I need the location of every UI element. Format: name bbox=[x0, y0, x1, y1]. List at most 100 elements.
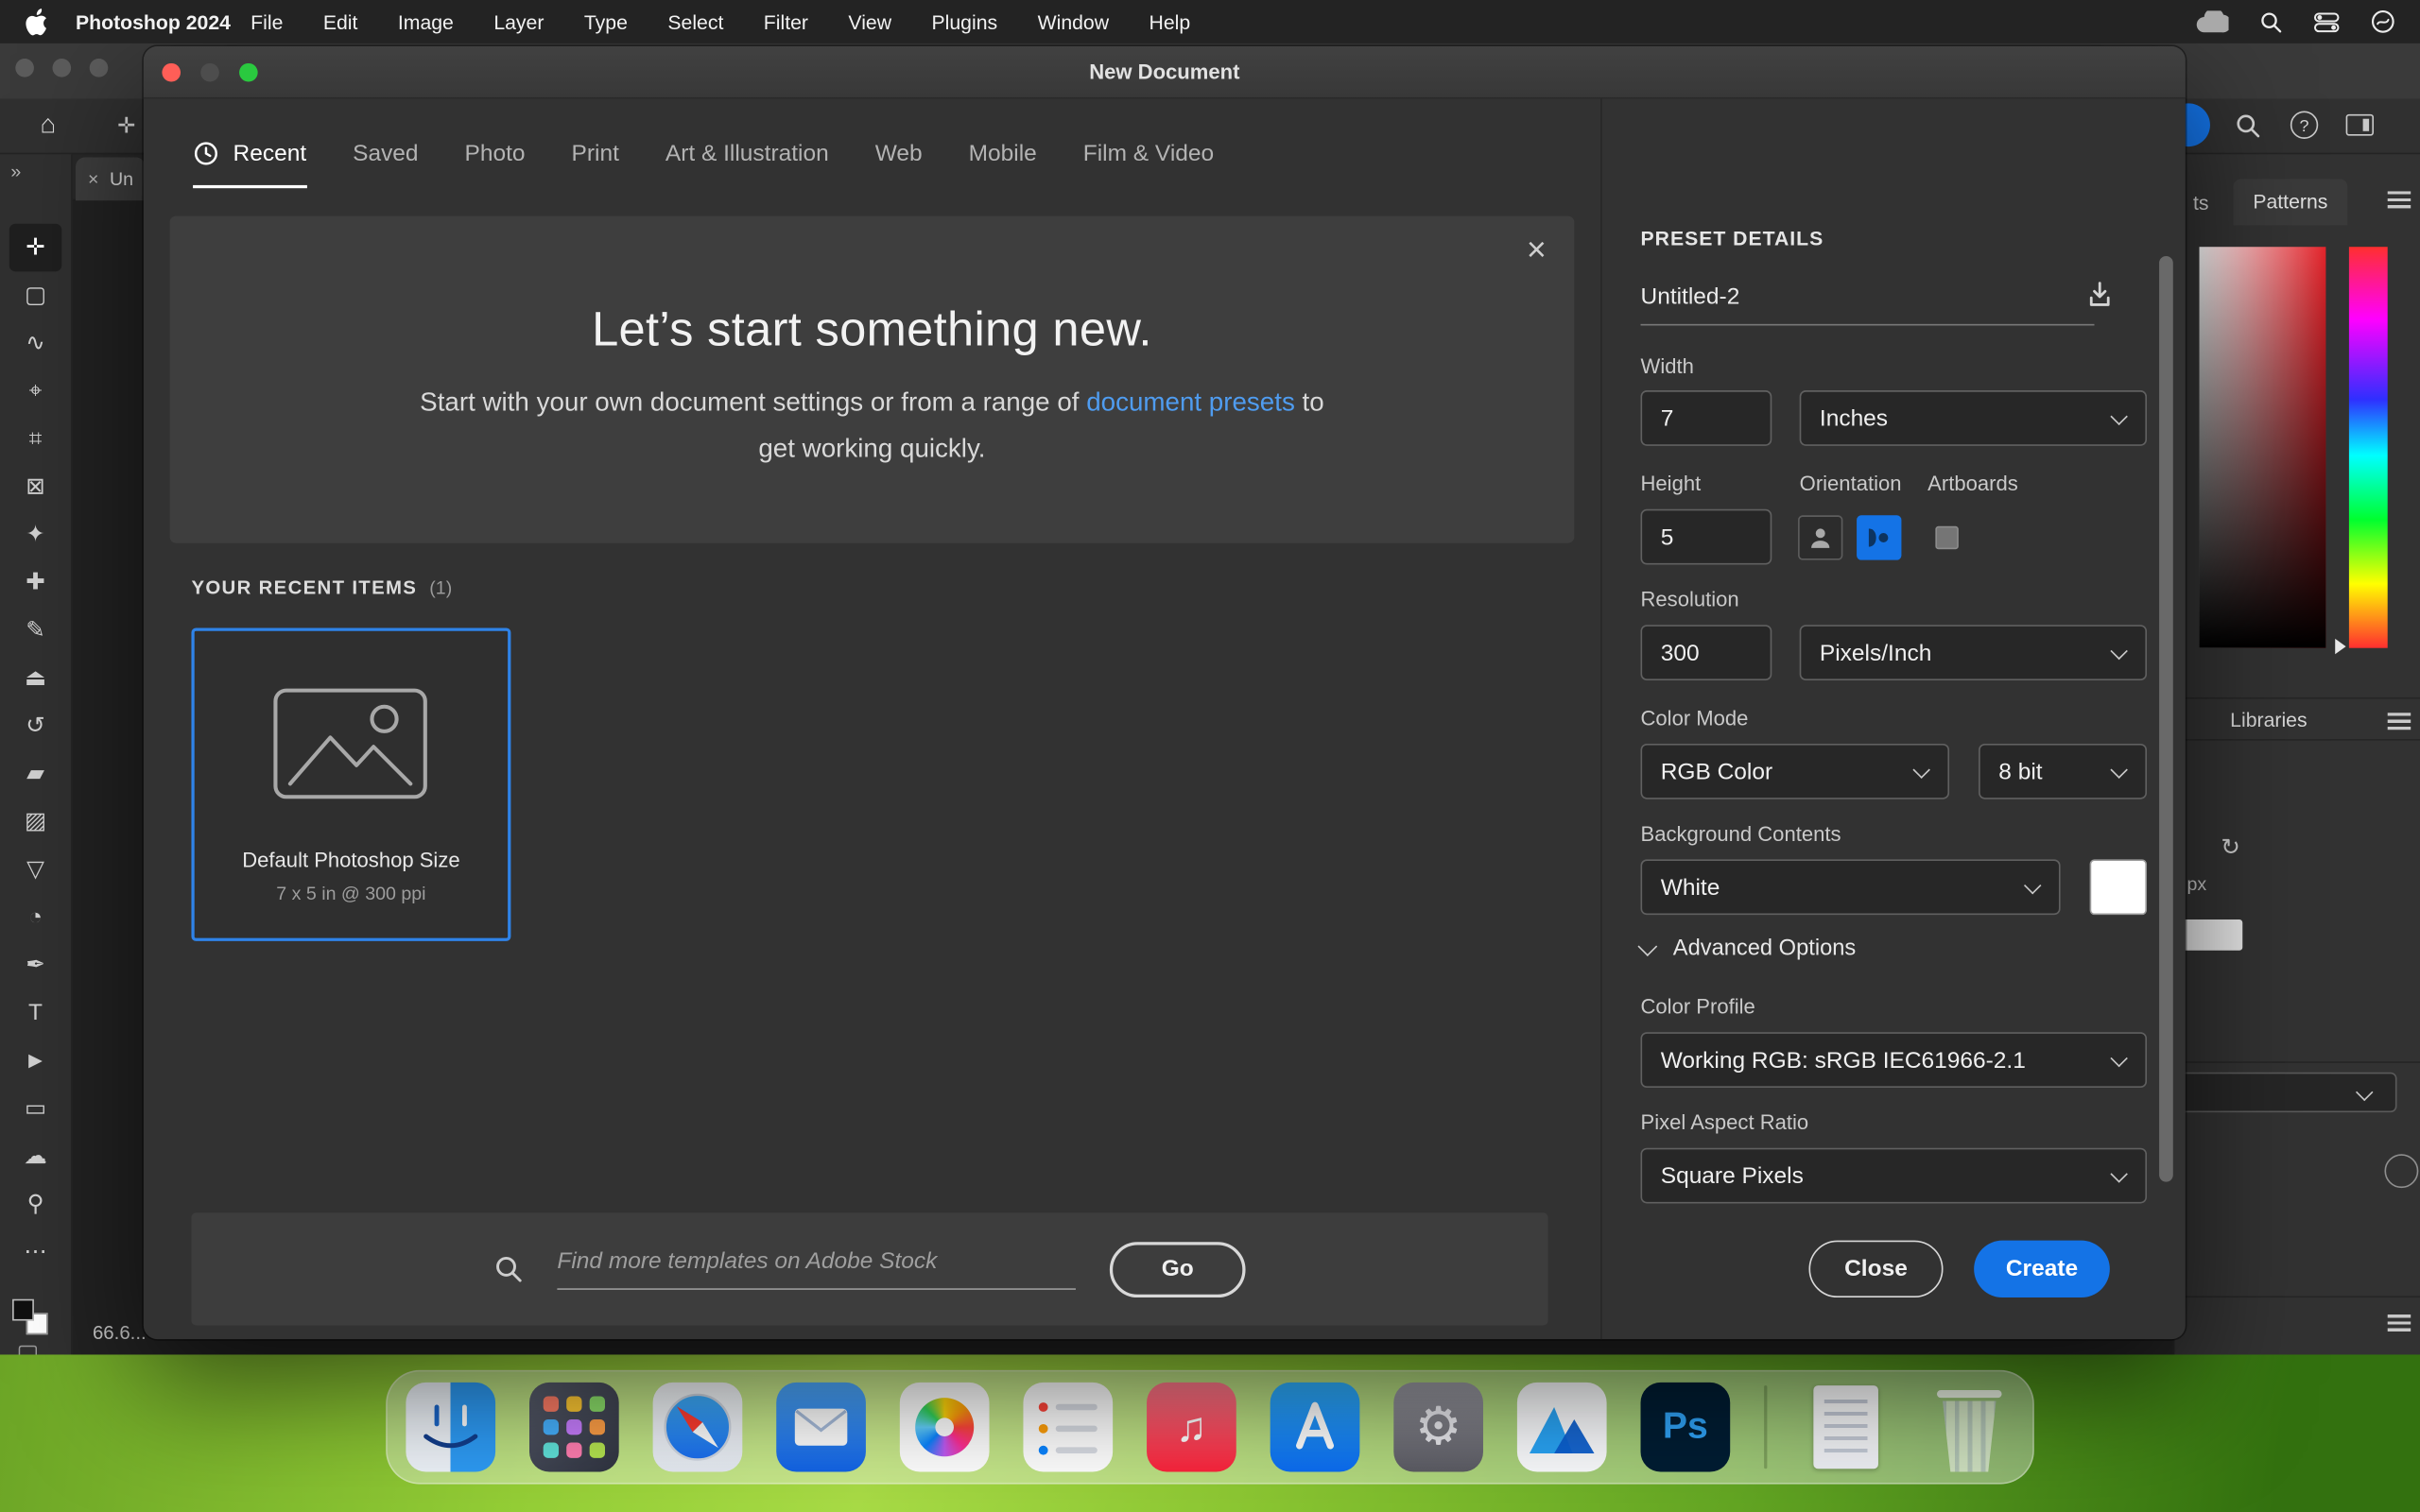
orientation-portrait-button[interactable] bbox=[1798, 515, 1843, 560]
tab-web[interactable]: Web bbox=[875, 120, 923, 188]
zoom-level-status[interactable]: 66.6... bbox=[93, 1322, 147, 1344]
dialog-scrollbar[interactable] bbox=[2159, 256, 2173, 1182]
dock-trash-icon[interactable] bbox=[1925, 1383, 2014, 1472]
menu-item-image[interactable]: Image bbox=[398, 10, 454, 33]
color-profile-dropdown[interactable]: Working RGB: sRGB IEC61966-2.1 bbox=[1640, 1032, 2148, 1089]
dock-music-icon[interactable] bbox=[1147, 1382, 1236, 1472]
stock-search-input[interactable]: Find more templates on Adobe Stock bbox=[557, 1248, 1076, 1290]
tab-close-icon[interactable]: × bbox=[88, 168, 98, 190]
dodge-tool[interactable]: ◔ bbox=[9, 893, 62, 941]
dock-photos-icon[interactable] bbox=[899, 1382, 990, 1472]
menu-item-edit[interactable]: Edit bbox=[323, 10, 358, 33]
tab-art-illustration[interactable]: Art & Illustration bbox=[666, 120, 829, 188]
width-unit-dropdown[interactable]: Inches bbox=[1799, 390, 2148, 446]
dialog-minimize-button[interactable] bbox=[200, 62, 219, 82]
height-input[interactable]: 5 bbox=[1640, 508, 1772, 565]
spotlight-icon[interactable] bbox=[2259, 10, 2282, 33]
document-tab[interactable]: × Un bbox=[76, 157, 147, 201]
partial-dropdown[interactable] bbox=[2159, 1072, 2397, 1113]
dock-app-store-icon[interactable] bbox=[1270, 1382, 1360, 1472]
dock-reminders-icon[interactable] bbox=[1023, 1382, 1114, 1472]
menu-item-type[interactable]: Type bbox=[584, 10, 628, 33]
apple-menu-icon[interactable] bbox=[25, 8, 47, 36]
stock-go-button[interactable]: Go bbox=[1109, 1241, 1246, 1297]
reset-icon[interactable]: ↺ bbox=[2221, 833, 2240, 861]
tab-mobile[interactable]: Mobile bbox=[969, 120, 1037, 188]
dock-mountains-app-icon[interactable] bbox=[1516, 1382, 1607, 1472]
object-selection-tool[interactable]: ⌖ bbox=[9, 368, 62, 416]
document-name-field[interactable]: Untitled-2 bbox=[1640, 284, 2095, 326]
menu-item-select[interactable]: Select bbox=[667, 10, 723, 33]
color-mode-dropdown[interactable]: RGB Color bbox=[1640, 743, 1950, 799]
document-presets-link[interactable]: document presets bbox=[1086, 387, 1295, 417]
menu-item-filter[interactable]: Filter bbox=[764, 10, 808, 33]
dock-safari-icon[interactable] bbox=[652, 1382, 743, 1472]
home-icon[interactable]: ⌂ bbox=[40, 110, 56, 141]
dock-photoshop-icon[interactable]: Ps bbox=[1640, 1382, 1731, 1472]
resolution-unit-dropdown[interactable]: Pixels/Inch bbox=[1799, 625, 2148, 680]
partial-control[interactable] bbox=[2384, 1154, 2419, 1189]
eraser-tool[interactable]: ▰ bbox=[9, 749, 62, 798]
tab-recent[interactable]: Recent bbox=[193, 120, 307, 189]
history-brush-tool[interactable]: ↺ bbox=[9, 702, 62, 750]
siri-icon[interactable] bbox=[2371, 9, 2395, 34]
menu-item-view[interactable]: View bbox=[848, 10, 891, 33]
zoom-tool[interactable]: ⚲ bbox=[9, 1180, 62, 1228]
window-minimize-button[interactable] bbox=[52, 59, 72, 77]
frame-tool[interactable]: ⊠ bbox=[9, 463, 62, 511]
creative-cloud-icon[interactable] bbox=[2195, 9, 2229, 33]
libraries-menu-icon[interactable] bbox=[2387, 713, 2411, 730]
type-tool[interactable]: T bbox=[9, 989, 62, 1038]
hue-slider[interactable] bbox=[2348, 247, 2388, 648]
color-field[interactable] bbox=[2199, 247, 2326, 648]
dock-documents-icon[interactable] bbox=[1801, 1383, 1891, 1472]
brush-tool[interactable]: ✎ bbox=[9, 607, 62, 655]
control-center-icon[interactable] bbox=[2313, 10, 2340, 33]
panel-menu-icon[interactable] bbox=[2387, 191, 2411, 209]
edit-toolbar[interactable]: ⋯ bbox=[9, 1228, 62, 1277]
tab-film-video[interactable]: Film & Video bbox=[1083, 120, 1214, 188]
blur-tool[interactable]: ▽ bbox=[9, 846, 62, 894]
create-button[interactable]: Create bbox=[1974, 1240, 2110, 1298]
panels-toggle-icon[interactable] bbox=[2345, 113, 2375, 136]
foreground-color-swatch[interactable] bbox=[12, 1298, 34, 1321]
dock-system-settings-icon[interactable] bbox=[1393, 1382, 1483, 1472]
advanced-options-toggle[interactable]: Advanced Options bbox=[1637, 936, 1856, 961]
panel-bottom-menu-icon[interactable] bbox=[2387, 1314, 2411, 1332]
pen-tool[interactable]: ✒ bbox=[9, 941, 62, 989]
lasso-tool[interactable]: ∿ bbox=[9, 319, 62, 368]
dialog-zoom-button[interactable] bbox=[239, 62, 258, 82]
healing-brush-tool[interactable]: ✚ bbox=[9, 558, 62, 607]
libraries-tab[interactable]: Libraries bbox=[2230, 708, 2307, 730]
close-button[interactable]: Close bbox=[1808, 1240, 1944, 1298]
menu-item-layer[interactable]: Layer bbox=[493, 10, 544, 33]
window-zoom-button[interactable] bbox=[89, 59, 109, 77]
menu-item-file[interactable]: File bbox=[251, 10, 283, 33]
gradients-tab-partial[interactable]: ts bbox=[2193, 191, 2209, 214]
menu-item-help[interactable]: Help bbox=[1150, 10, 1191, 33]
path-selection-tool[interactable]: ► bbox=[9, 1037, 62, 1085]
pixel-aspect-ratio-dropdown[interactable]: Square Pixels bbox=[1640, 1147, 2148, 1204]
bit-depth-dropdown[interactable]: 8 bit bbox=[1979, 743, 2148, 799]
width-input[interactable]: 7 bbox=[1640, 390, 1772, 446]
save-preset-icon[interactable] bbox=[2085, 280, 2115, 309]
move-tool[interactable]: ✛ bbox=[9, 223, 62, 272]
menu-app-name[interactable]: Photoshop 2024 bbox=[76, 10, 231, 33]
dock-finder-icon[interactable] bbox=[406, 1382, 496, 1472]
artboards-checkbox[interactable] bbox=[1935, 525, 1959, 550]
hue-slider-marker[interactable] bbox=[2335, 638, 2346, 655]
patterns-tab[interactable]: Patterns bbox=[2233, 179, 2348, 226]
resolution-input[interactable]: 300 bbox=[1640, 625, 1772, 680]
toolbar-collapse[interactable]: » bbox=[10, 161, 21, 182]
help-icon[interactable]: ? bbox=[2290, 111, 2319, 139]
marquee-tool[interactable]: ▢ bbox=[9, 271, 62, 319]
dock-mail-icon[interactable] bbox=[776, 1382, 866, 1472]
dock-launchpad-icon[interactable] bbox=[529, 1382, 619, 1472]
hand-tool[interactable]: ☁ bbox=[9, 1132, 62, 1180]
window-close-button[interactable] bbox=[15, 59, 34, 77]
hero-close-icon[interactable]: × bbox=[1527, 232, 1547, 267]
search-icon[interactable] bbox=[2235, 112, 2261, 139]
dialog-close-button[interactable] bbox=[162, 62, 182, 82]
menu-item-plugins[interactable]: Plugins bbox=[932, 10, 998, 33]
background-contents-dropdown[interactable]: White bbox=[1640, 859, 2061, 916]
